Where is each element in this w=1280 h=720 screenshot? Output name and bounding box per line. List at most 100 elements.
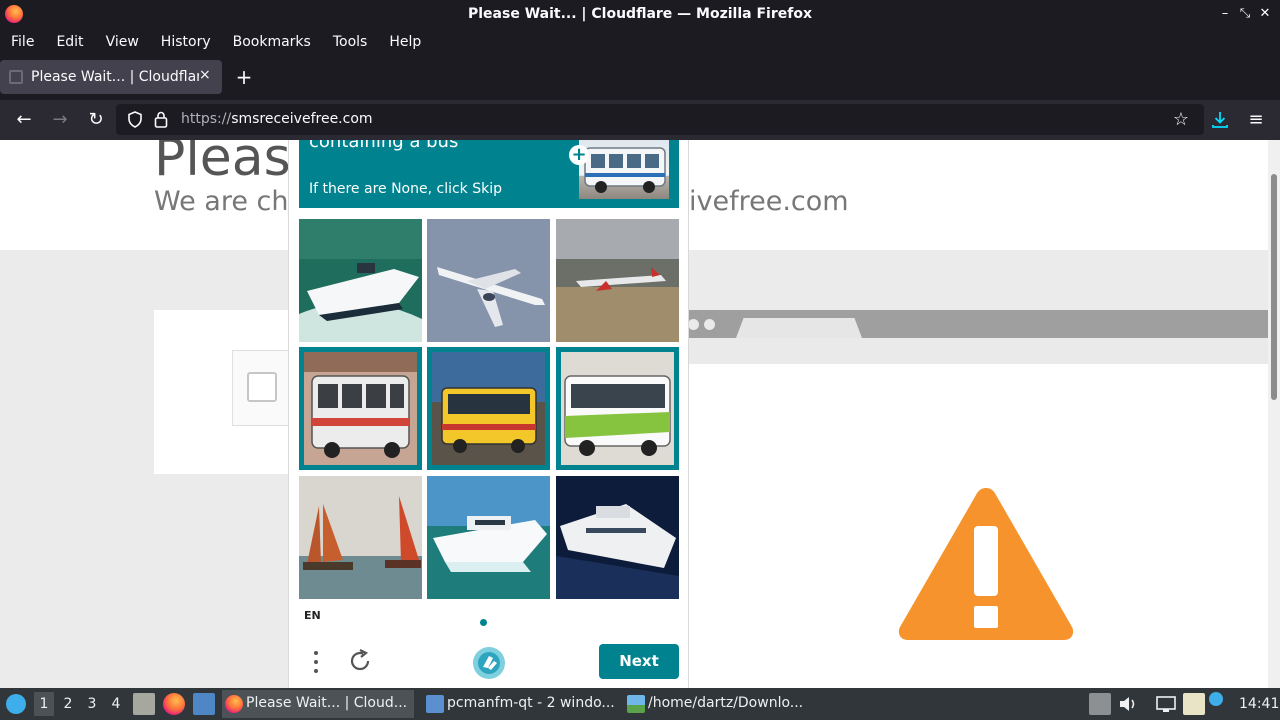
- task-pcmanfm[interactable]: pcmanfm-qt - 2 windo...: [423, 690, 615, 718]
- captcha-tile-3[interactable]: [556, 219, 679, 342]
- captcha-refresh-icon[interactable]: [347, 648, 373, 674]
- captcha-tile-7[interactable]: [299, 476, 422, 599]
- speedboat-image: [299, 219, 422, 342]
- page-title: Pleas: [154, 140, 291, 188]
- captcha-progress-dot: [480, 619, 487, 626]
- task-title: Please Wait... | Cloud...: [246, 695, 408, 711]
- captcha-tile-6[interactable]: [556, 347, 679, 470]
- captcha-example-expand-icon[interactable]: +: [569, 145, 589, 165]
- bus-image: [432, 352, 545, 465]
- minimize-icon[interactable]: –: [1217, 6, 1233, 21]
- airplane-image: [427, 219, 550, 342]
- scrollbar-thumb[interactable]: [1271, 174, 1277, 400]
- captcha-menu-icon[interactable]: [309, 648, 323, 676]
- hcaptcha-logo-icon[interactable]: [472, 646, 506, 680]
- downloads-icon[interactable]: [1210, 110, 1230, 130]
- task-firefox[interactable]: Please Wait... | Cloud...: [222, 690, 414, 718]
- captcha-tile-1[interactable]: [299, 219, 422, 342]
- tray-updates-icon[interactable]: [1089, 693, 1111, 715]
- network-icon[interactable]: [1155, 693, 1177, 715]
- captcha-prompt: containing a bus If there are None, clic…: [299, 140, 679, 208]
- clipboard-icon[interactable]: [1183, 693, 1205, 715]
- maximize-icon[interactable]: ⤡: [1237, 6, 1253, 21]
- menu-file[interactable]: File: [11, 34, 34, 50]
- tab-cloudflare[interactable]: Please Wait... | Cloudflare ×: [0, 60, 222, 94]
- captcha-tile-8[interactable]: [427, 476, 550, 599]
- illustration-toolbar: [688, 338, 1268, 364]
- captcha-prompt-text: containing a bus: [309, 140, 459, 152]
- page-subtitle-left: We are ch: [154, 186, 289, 217]
- window-title: Please Wait... | Cloudflare — Mozilla Fi…: [468, 6, 812, 22]
- menu-edit[interactable]: Edit: [56, 34, 83, 50]
- captcha-tile-2[interactable]: [427, 219, 550, 342]
- forward-button[interactable]: →: [48, 108, 72, 132]
- new-tab-button[interactable]: +: [234, 65, 254, 89]
- lock-icon[interactable]: [154, 111, 168, 128]
- captcha-example-image: [579, 140, 669, 199]
- page-subtitle-right: ivefree.com: [689, 186, 849, 217]
- url-protocol: https://: [181, 111, 232, 127]
- captcha-next-button[interactable]: Next: [599, 644, 679, 679]
- task-title: pcmanfm-qt - 2 windo...: [447, 695, 615, 711]
- captcha-tile-4[interactable]: [299, 347, 422, 470]
- start-menu-icon[interactable]: [6, 694, 26, 714]
- bus-image: [561, 352, 674, 465]
- firefox-icon: [225, 695, 243, 713]
- menu-history[interactable]: History: [161, 34, 211, 50]
- example-bus-image: [584, 147, 666, 193]
- tracking-protection-shield-icon[interactable]: [127, 111, 143, 128]
- url-bar[interactable]: https://smsreceivefree.com: [116, 104, 1204, 135]
- page-content: Pleas We are ch ivefree.com containing a…: [0, 140, 1268, 688]
- app-menu-button[interactable]: ≡: [1244, 108, 1268, 132]
- workspace-2[interactable]: 2: [58, 696, 78, 712]
- yacht-image: [556, 476, 679, 599]
- url-host: smsreceivefree.com: [231, 111, 373, 127]
- menu-view[interactable]: View: [106, 34, 139, 50]
- airplane-image: [556, 219, 679, 342]
- notification-icon[interactable]: [1209, 692, 1223, 706]
- desktop-launcher-icon[interactable]: [193, 693, 215, 715]
- taskbar: 1 2 3 4 Please Wait... | Cloud... pcmanf…: [0, 688, 1280, 720]
- sailboats-image: [299, 476, 422, 599]
- illustration-dot: [688, 319, 699, 330]
- yacht-image: [427, 476, 550, 599]
- warning-icon: [898, 488, 1074, 640]
- captcha-language-selector[interactable]: EN: [304, 609, 321, 622]
- menubar: File Edit View History Bookmarks Tools H…: [0, 29, 1280, 54]
- firefox-launcher-icon[interactable]: [163, 693, 185, 715]
- url-text[interactable]: https://smsreceivefree.com: [181, 111, 373, 127]
- reload-button[interactable]: ↻: [84, 108, 108, 132]
- browser-illustration: [688, 310, 1268, 688]
- volume-icon[interactable]: [1117, 693, 1139, 715]
- window-titlebar: Please Wait... | Cloudflare — Mozilla Fi…: [0, 0, 1280, 29]
- tab-strip: Please Wait... | Cloudflare × +: [0, 54, 1280, 100]
- page-scrollbar[interactable]: [1268, 140, 1280, 688]
- back-button[interactable]: ←: [12, 108, 36, 132]
- bookmark-star-icon[interactable]: ☆: [1169, 108, 1193, 132]
- captcha-prompt-hint: If there are None, click Skip: [309, 181, 503, 197]
- task-title: /home/dartz/Downlo...: [648, 695, 804, 711]
- task-image-viewer[interactable]: /home/dartz/Downlo...: [624, 690, 816, 718]
- challenge-checkbox[interactable]: [247, 372, 277, 402]
- captcha-challenge-panel: containing a bus If there are None, clic…: [288, 140, 689, 688]
- menu-bookmarks[interactable]: Bookmarks: [233, 34, 311, 50]
- image-viewer-icon: [627, 695, 645, 713]
- illustration-tab: [736, 318, 862, 338]
- navigation-toolbar: ← → ↻ https://smsreceivefree.com ☆ ≡: [0, 100, 1280, 140]
- bus-image: [304, 352, 417, 465]
- close-icon[interactable]: ✕: [1257, 6, 1273, 21]
- clock[interactable]: 14:41: [1239, 696, 1279, 712]
- tab-title: Please Wait... | Cloudflare: [31, 69, 199, 85]
- illustration-dot: [704, 319, 715, 330]
- folder-icon: [426, 695, 444, 713]
- page-favicon-icon: [9, 70, 23, 84]
- workspace-1[interactable]: 1: [34, 692, 54, 716]
- menu-help[interactable]: Help: [389, 34, 421, 50]
- captcha-tile-9[interactable]: [556, 476, 679, 599]
- captcha-tile-5[interactable]: [427, 347, 550, 470]
- menu-tools[interactable]: Tools: [333, 34, 368, 50]
- workspace-3[interactable]: 3: [82, 696, 102, 712]
- tab-close-icon[interactable]: ×: [199, 67, 211, 83]
- file-manager-launcher-icon[interactable]: [133, 693, 155, 715]
- workspace-4[interactable]: 4: [106, 696, 126, 712]
